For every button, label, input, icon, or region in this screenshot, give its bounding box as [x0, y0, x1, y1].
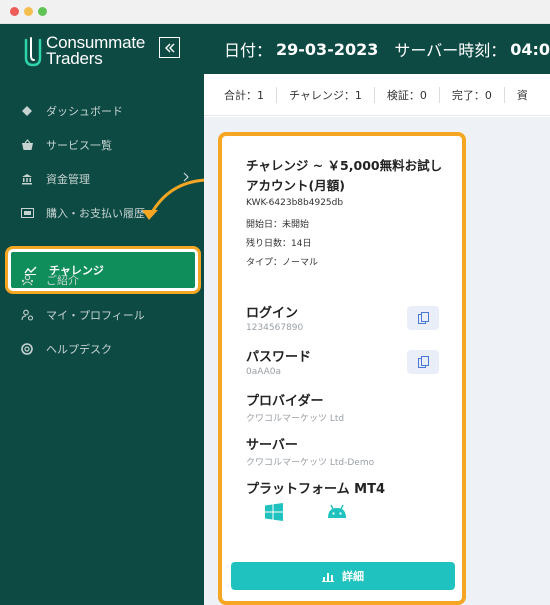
copy-icon	[417, 312, 429, 324]
details-button[interactable]: 詳細	[231, 562, 455, 590]
window-titlebar	[0, 0, 550, 24]
sidebar-item-label: ダッシュボード	[46, 105, 123, 118]
brand-logo[interactable]: Consummate Traders	[22, 34, 182, 69]
card-title: チャレンジ ~ ￥5,000無料お試しアカウント(月額)	[246, 158, 443, 193]
days-remaining: 残り日数：14日	[246, 239, 312, 249]
server-value: クワコルマーケッツ Ltd-Demo	[246, 458, 375, 468]
password-value: 0aAA0a	[246, 367, 282, 377]
challenge-stats-bar: 合計：1 チャレンジ：1 検証：0 完了：0 資	[204, 74, 550, 116]
dashboard-icon	[20, 104, 34, 118]
collapse-sidebar-button[interactable]	[159, 37, 180, 58]
stat-truncated: 資	[516, 88, 528, 102]
server-label: サーバー	[246, 438, 298, 453]
sidebar-item-label: 資金管理	[46, 173, 90, 186]
details-button-label: 詳細	[342, 570, 364, 583]
provider-label: プロバイダー	[246, 394, 324, 409]
sidebar-item-label: サービス一覧	[46, 139, 112, 152]
top-header: 日付： 29-03-2023 サーバー時刻： 04:0	[204, 24, 550, 74]
provider-value: クワコルマーケッツ Ltd	[246, 414, 345, 424]
stat-challenge: チャレンジ：1	[277, 86, 375, 103]
windows-icon[interactable]	[260, 500, 288, 524]
start-date: 開始日：未開始	[246, 220, 310, 230]
highlight-arrow	[142, 178, 208, 220]
copy-password-button[interactable]	[407, 350, 439, 374]
bank-icon	[20, 172, 34, 186]
server-time-value: 04:0	[510, 39, 550, 59]
stat-total: 合計：1	[222, 86, 277, 103]
sidebar-item-helpdesk[interactable]: ヘルプデスク	[0, 334, 204, 364]
server-time-label: サーバー時刻：	[394, 41, 507, 60]
date-value: 29-03-2023	[276, 39, 379, 59]
brand-name-line2: Traders	[46, 49, 103, 68]
password-label: パスワード	[246, 350, 312, 365]
user-settings-icon	[20, 308, 34, 322]
login-label: ログイン	[246, 306, 299, 321]
sidebar-item-label: ご紹介	[46, 274, 79, 287]
minimize-window-button[interactable]	[24, 7, 33, 16]
double-chevron-left-icon	[164, 43, 174, 52]
sidebar: Consummate Traders ダッシュボード サービス一覧 資金管理 購…	[0, 24, 204, 605]
challenge-card: チャレンジ ~ ￥5,000無料お試しアカウント(月額) KWK-6423b8b…	[222, 136, 462, 605]
android-icon[interactable]	[323, 500, 351, 524]
bar-chart-icon	[322, 571, 334, 582]
brand-name: Consummate Traders	[46, 34, 145, 68]
sidebar-item-services[interactable]: サービス一覧	[0, 130, 204, 160]
account-id: KWK-6423b8b4925db	[246, 198, 344, 208]
stat-verification: 検証：0	[375, 86, 440, 103]
close-window-button[interactable]	[10, 7, 19, 16]
basket-icon	[20, 138, 34, 152]
sidebar-item-label: 購入・お支払い履歴	[46, 207, 145, 220]
sidebar-item-referral[interactable]: ご紹介	[0, 265, 204, 295]
users-icon	[20, 273, 34, 287]
logo-mark-icon	[24, 37, 42, 67]
copy-icon	[417, 356, 429, 368]
maximize-window-button[interactable]	[38, 7, 47, 16]
copy-login-button[interactable]	[407, 306, 439, 330]
date-label: 日付：	[224, 41, 273, 60]
stat-completed: 完了：0	[440, 86, 505, 103]
account-type: タイプ：ノーマル	[246, 258, 319, 268]
sidebar-item-label: マイ・プロフィール	[46, 309, 145, 322]
sidebar-item-my-profile[interactable]: マイ・プロフィール	[0, 300, 204, 330]
login-value: 1234567890	[246, 323, 304, 333]
platform-label: プラットフォーム MT4	[246, 482, 385, 497]
sidebar-item-label: ヘルプデスク	[46, 343, 112, 356]
ticket-icon	[20, 206, 34, 220]
sidebar-item-dashboard[interactable]: ダッシュボード	[0, 96, 204, 126]
lifebuoy-icon	[20, 342, 34, 356]
